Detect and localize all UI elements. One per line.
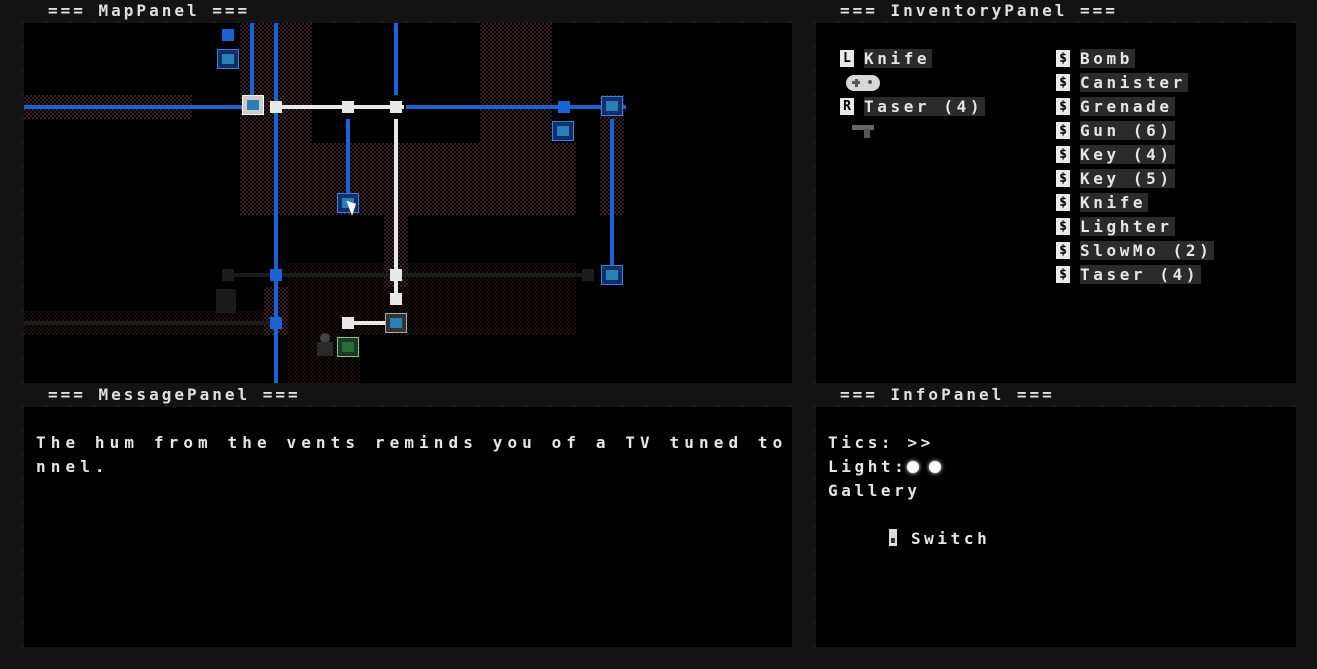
dark-door-icon (216, 289, 236, 313)
message-panel-title: === MessagePanel === (48, 385, 301, 404)
wire-node-active (342, 317, 354, 329)
tics-readout: Tics: >> (828, 433, 934, 452)
terminal-device-icon[interactable] (337, 337, 359, 357)
wire-node-dark (222, 269, 234, 281)
wire-node (558, 101, 570, 113)
inventory-item[interactable]: $ SlowMo (2) (1056, 239, 1215, 263)
item-label: Taser (4) (1080, 265, 1202, 284)
wire-node-active (342, 101, 354, 113)
store-tag: $ (1056, 122, 1070, 139)
item-label: Knife (1080, 193, 1149, 212)
info-panel: Tics: >> Light: Gallery Switch (816, 407, 1296, 647)
door-device-icon[interactable] (217, 49, 239, 69)
wire-active (274, 105, 404, 109)
store-tag: $ (1056, 194, 1070, 211)
wire-dark (24, 321, 274, 325)
map-panel[interactable] (24, 23, 792, 383)
left-hand-badge: L (840, 50, 854, 67)
wire-node-active (390, 101, 402, 113)
inventory-item[interactable]: $ Key (4) (1056, 143, 1175, 167)
info-panel-title: === InfoPanel === (840, 385, 1055, 404)
item-label: Key (5) (1080, 169, 1175, 188)
item-label: Bomb (1080, 49, 1135, 68)
floor-area (480, 23, 552, 143)
inventory-item[interactable]: $ Lighter (1056, 215, 1175, 239)
inventory-panel: L Knife R Taser (4) $ Bomb $ Canister $ Grena… (816, 23, 1296, 383)
item-label: Lighter (1080, 217, 1175, 236)
store-tag: $ (1056, 218, 1070, 235)
wire (406, 105, 626, 109)
item-label: Canister (1080, 73, 1188, 92)
store-tag: $ (1056, 98, 1070, 115)
item-label: Grenade (1080, 97, 1175, 116)
wire (250, 23, 254, 95)
inventory-item[interactable]: $ Bomb (1056, 47, 1135, 71)
speaker-device-icon[interactable] (601, 265, 623, 285)
right-hand-badge: R (840, 98, 854, 115)
light-readout: Light: (828, 455, 951, 479)
wire-node (270, 317, 282, 329)
equipped-left-item[interactable]: L Knife (840, 47, 933, 71)
inventory-item[interactable]: $ Gun (6) (1056, 119, 1175, 143)
light-label: Light: (828, 457, 908, 476)
inventory-panel-title: === InventoryPanel === (840, 1, 1118, 20)
floor-area (240, 143, 576, 215)
light-dot-icon (929, 461, 942, 473)
gamepad-icon (846, 75, 880, 91)
wire-node (270, 269, 282, 281)
wire (610, 119, 614, 267)
wire-node-active (390, 269, 402, 281)
store-tag: $ (1056, 266, 1070, 283)
equipped-right-item[interactable]: R Taser (4) (840, 95, 986, 119)
switch-item[interactable]: Switch (828, 503, 990, 575)
wire-node-dark (582, 269, 594, 281)
wire-node (222, 29, 234, 41)
item-label: Gun (6) (1080, 121, 1175, 140)
store-tag: $ (1056, 170, 1070, 187)
wire (24, 105, 244, 109)
switch-label: Switch (910, 529, 991, 548)
lock-device-icon[interactable] (242, 95, 264, 115)
store-tag: $ (1056, 74, 1070, 91)
player-icon (314, 333, 336, 359)
inventory-item[interactable]: $ Grenade (1056, 95, 1175, 119)
speaker-device-icon[interactable] (601, 96, 623, 116)
wire-node-active (270, 101, 282, 113)
wire (274, 23, 278, 383)
wire (346, 119, 350, 199)
wire (394, 23, 398, 95)
message-panel: The hum from the vents reminds you of a … (24, 407, 792, 647)
item-label: Taser (4) (864, 97, 986, 116)
item-label: SlowMo (2) (1080, 241, 1215, 260)
item-label: Knife (864, 49, 933, 68)
store-tag: $ (1056, 146, 1070, 163)
light-dot-icon (907, 461, 920, 473)
taser-icon (852, 123, 878, 139)
inventory-item[interactable]: $ Canister (1056, 71, 1188, 95)
store-tag: $ (1056, 242, 1070, 259)
inventory-item[interactable]: $ Knife (1056, 191, 1149, 215)
location-name: Gallery (828, 481, 921, 500)
inventory-item[interactable]: $ Key (5) (1056, 167, 1175, 191)
item-label: Key (4) (1080, 145, 1175, 164)
switch-icon (888, 529, 897, 546)
light-indicators (907, 457, 951, 476)
message-line: The hum from the vents reminds you of a … (36, 433, 788, 452)
speaker-device-icon[interactable] (385, 313, 407, 333)
store-tag: $ (1056, 50, 1070, 67)
map-panel-title: === MapPanel === (48, 1, 251, 20)
terminal-device-icon[interactable] (552, 121, 574, 141)
wire-node-active (390, 293, 402, 305)
inventory-item[interactable]: $ Taser (4) (1056, 263, 1202, 287)
message-line: nnel. (36, 457, 110, 476)
